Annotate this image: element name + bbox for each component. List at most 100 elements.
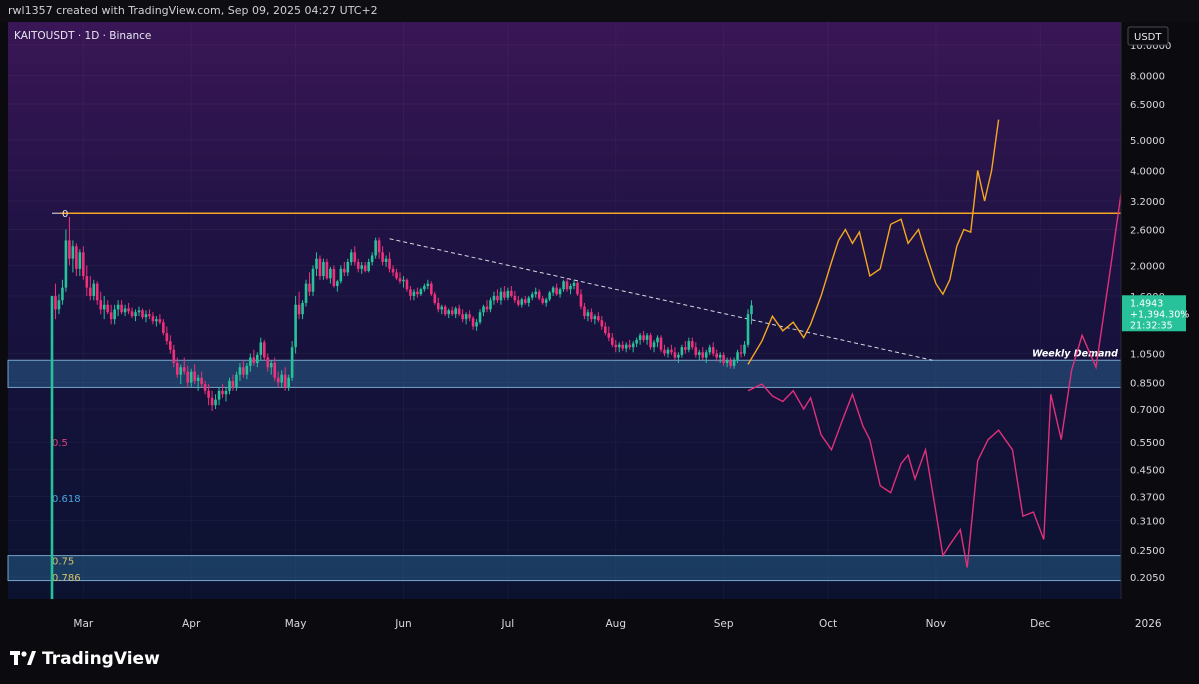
candle-body — [162, 322, 165, 334]
candle-body — [523, 299, 527, 303]
candle-body — [109, 312, 113, 320]
y-tick-label: 0.4500 — [1130, 466, 1165, 477]
candle-body — [349, 252, 353, 262]
candle-body — [541, 298, 544, 303]
candle-body — [304, 283, 308, 303]
candle-body — [256, 354, 259, 364]
candle-body — [433, 294, 437, 303]
candle-body — [151, 316, 155, 322]
candle-body — [412, 291, 416, 296]
y-tick-label: 0.8500 — [1130, 379, 1165, 390]
candle-body — [381, 252, 384, 262]
candle-body — [325, 261, 329, 279]
candle-body — [443, 306, 447, 315]
candle-body — [85, 276, 89, 288]
candle-body — [565, 281, 569, 290]
candle-body — [729, 360, 732, 366]
x-tick-label: Mar — [73, 618, 93, 630]
candle-body — [238, 367, 242, 375]
candle-body — [322, 261, 325, 277]
candle-body — [203, 384, 207, 391]
fib-label: 0.618 — [52, 494, 81, 505]
candle-body — [624, 344, 628, 349]
candle-body — [75, 246, 78, 269]
candle-body — [426, 283, 430, 287]
candle-body — [485, 306, 489, 310]
candle-body — [353, 252, 357, 262]
candle-body — [436, 302, 440, 310]
candle-body — [377, 240, 381, 253]
candle-body — [245, 365, 249, 375]
candle-body — [95, 283, 99, 301]
x-tick-label: May — [285, 618, 307, 630]
candle-body — [102, 304, 106, 310]
candle-body — [172, 349, 176, 364]
candle-body — [576, 282, 579, 295]
candle-body — [457, 308, 461, 315]
y-tick-label: 2.0000 — [1130, 261, 1165, 272]
candle-body — [141, 310, 144, 318]
candle-body — [468, 314, 471, 319]
candle-countdown: 21:32:35 — [1130, 320, 1173, 331]
candle-body — [360, 265, 364, 269]
x-tick-label: Jun — [394, 618, 411, 630]
candle-body — [663, 349, 666, 354]
candle-body — [123, 308, 127, 313]
y-tick-label: 3.2000 — [1130, 197, 1165, 208]
y-tick-label: 0.2500 — [1130, 546, 1165, 557]
candle-body — [635, 339, 638, 344]
chart-area[interactable]: Weekly Demand 2.927400.50.6180.750.786 1… — [0, 22, 1199, 634]
candle-body — [130, 311, 134, 317]
fib-label: 0.75 — [52, 556, 74, 567]
candle-body — [363, 265, 367, 271]
candle-body — [697, 352, 701, 355]
candle-body — [670, 349, 673, 353]
candle-body — [273, 363, 277, 378]
candle-body — [694, 347, 698, 355]
candle-body — [235, 374, 238, 388]
candle-body — [631, 343, 635, 348]
candle-body — [175, 363, 179, 375]
candle-body — [315, 258, 318, 269]
candle-body — [252, 357, 256, 364]
candle-body — [503, 291, 506, 298]
candle-body — [210, 397, 214, 406]
tradingview-logo[interactable]: TradingView — [10, 648, 160, 670]
candle-body — [513, 295, 517, 301]
candle-body — [137, 310, 141, 313]
candle-body — [262, 342, 266, 358]
x-tick-label: Dec — [1030, 618, 1051, 630]
y-tick-label: 4.0000 — [1130, 166, 1165, 177]
candle-body — [649, 335, 652, 348]
candle-body — [374, 240, 377, 256]
candle-body — [294, 304, 297, 348]
candle-body — [537, 291, 541, 299]
candle-body — [691, 341, 694, 348]
y-tick-label: 0.3100 — [1130, 517, 1165, 528]
candle-body — [276, 377, 280, 383]
candle-body — [308, 283, 311, 292]
candle-body — [739, 352, 743, 354]
candle-body — [269, 363, 273, 368]
candle-body — [544, 299, 548, 303]
candle-body — [391, 268, 395, 273]
candle-body — [461, 314, 464, 320]
candle-body — [311, 268, 315, 292]
candle-body — [628, 344, 631, 348]
candle-body — [189, 371, 193, 383]
candle-body — [517, 300, 520, 305]
candle-body — [684, 347, 687, 350]
candle-body — [450, 310, 454, 315]
candle-body — [464, 314, 468, 320]
candle-body — [642, 335, 645, 340]
candle-body — [127, 308, 130, 312]
candle-body — [600, 320, 604, 327]
candle-body — [120, 304, 123, 313]
candle-body — [287, 377, 290, 388]
candle-body — [590, 312, 593, 320]
candle-body — [182, 367, 186, 372]
candle-body — [214, 399, 217, 406]
x-tick-label: Aug — [606, 618, 627, 630]
candle-body — [722, 354, 725, 364]
candle-body — [583, 306, 586, 317]
